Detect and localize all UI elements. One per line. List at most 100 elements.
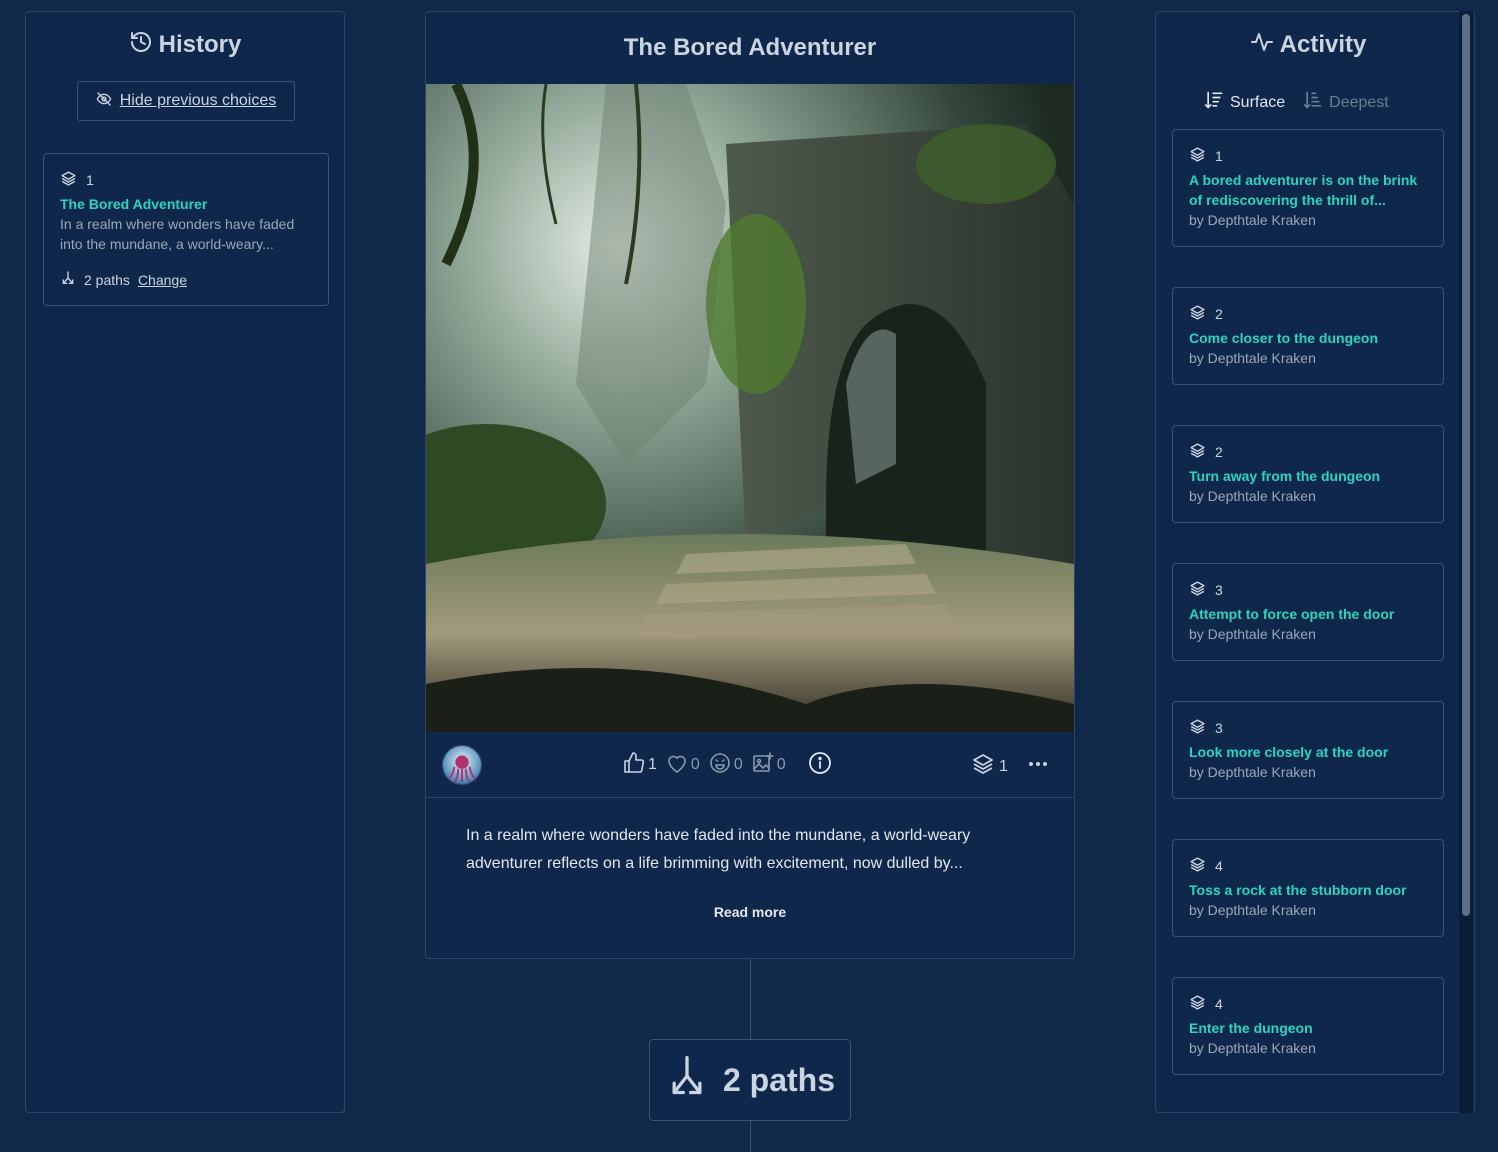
thumbs-up-icon [622, 751, 646, 780]
layers-icon [1189, 146, 1206, 166]
layers-icon [60, 170, 77, 190]
info-icon [808, 751, 832, 780]
activity-card[interactable]: 4 Toss a rock at the stubborn door by De… [1172, 839, 1444, 937]
paths-row: 2 paths Change [60, 270, 312, 289]
author-line: by Depthtale Kraken [1189, 626, 1316, 642]
paths-button[interactable]: 2 paths [649, 1039, 851, 1121]
layer-number: 4 [1215, 858, 1223, 874]
laugh-icon [708, 751, 732, 780]
read-more-button[interactable]: Read more [426, 904, 1074, 920]
story-action-bar: 1 0 0 0 1 [426, 732, 1074, 798]
sort-ascending-icon [1204, 90, 1224, 115]
history-heading: History [26, 30, 344, 60]
sort-surface-label: Surface [1230, 93, 1286, 111]
history-title: History [158, 31, 242, 58]
activity-card[interactable]: 1 A bored adventurer is on the brink of … [1172, 129, 1444, 247]
activity-panel: Activity Surface Deepest 1 A bored adven… [1155, 11, 1475, 1113]
paths-label: 2 paths [722, 1061, 836, 1098]
info-button[interactable] [808, 751, 832, 780]
layers-icon [1189, 718, 1206, 738]
author-line: by Depthtale Kraken [1189, 350, 1316, 366]
layer-number: 3 [1215, 582, 1223, 598]
author-line: by Depthtale Kraken [1189, 764, 1316, 780]
layers-icon [1189, 994, 1206, 1014]
sort-descending-icon [1303, 90, 1323, 115]
layers-number: 1 [999, 757, 1008, 775]
sort-options: Surface Deepest [1204, 90, 1389, 115]
activity-heading: Activity [1156, 30, 1474, 60]
hide-previous-choices-button[interactable]: Hide previous choices [77, 81, 295, 121]
laugh-count: 0 [733, 756, 743, 773]
branch-icon [665, 1054, 709, 1106]
layer-indicator: 2 [1189, 442, 1427, 462]
layer-indicator: 1 [60, 170, 312, 190]
like-button[interactable]: 1 [622, 751, 657, 780]
history-card-title[interactable]: The Bored Adventurer [60, 194, 312, 214]
layers-count[interactable]: 1 [971, 752, 1008, 781]
activity-card-title[interactable]: Enter the dungeon [1189, 1018, 1427, 1038]
layer-indicator: 4 [1189, 994, 1427, 1014]
layer-number: 1 [86, 172, 94, 188]
layer-indicator: 2 [1189, 304, 1427, 324]
heart-count: 0 [690, 756, 700, 773]
layers-icon [971, 752, 995, 781]
image-count: 0 [776, 756, 786, 773]
activity-title: Activity [1279, 31, 1367, 58]
sort-deepest-label: Deepest [1329, 93, 1389, 111]
activity-card-title[interactable]: Attempt to force open the door [1189, 604, 1427, 624]
activity-card-title[interactable]: A bored adventurer is on the brink of re… [1189, 170, 1427, 210]
laugh-button[interactable]: 0 [708, 751, 743, 780]
author-avatar[interactable] [442, 745, 482, 785]
story-panel: The Bored Adventurer 1 0 0 0 1 In a real… [425, 11, 1075, 959]
story-title: The Bored Adventurer [623, 34, 877, 61]
history-card[interactable]: 1 The Bored Adventurer In a realm where … [43, 153, 329, 306]
activity-card-title[interactable]: Come closer to the dungeon [1189, 328, 1427, 348]
change-link[interactable]: Change [138, 272, 187, 288]
author-line: by Depthtale Kraken [1189, 1040, 1316, 1056]
connector-line-top [750, 959, 751, 1039]
author-line: by Depthtale Kraken [1189, 488, 1316, 504]
activity-icon [1250, 30, 1274, 61]
reactions-group: 1 0 0 0 [622, 751, 832, 780]
layer-number: 4 [1215, 996, 1223, 1012]
connector-line-bottom [750, 1121, 751, 1152]
activity-card-title[interactable]: Look more closely at the door [1189, 742, 1427, 762]
branch-icon [60, 270, 76, 289]
like-count: 1 [648, 756, 657, 773]
activity-card[interactable]: 4 Enter the dungeon by Depthtale Kraken [1172, 977, 1444, 1075]
activity-card[interactable]: 2 Come closer to the dungeon by Depthtal… [1172, 287, 1444, 385]
sort-deepest-button[interactable]: Deepest [1303, 90, 1389, 115]
activity-card[interactable]: 3 Look more closely at the door by Depth… [1172, 701, 1444, 799]
layer-number: 2 [1215, 444, 1223, 460]
author-line: by Depthtale Kraken [1189, 212, 1316, 228]
eye-off-icon [96, 91, 112, 112]
hide-previous-choices-label: Hide previous choices [119, 92, 277, 109]
heart-button[interactable]: 0 [665, 751, 700, 780]
layer-indicator: 3 [1189, 580, 1427, 600]
layers-icon [1189, 304, 1206, 324]
layers-icon [1189, 580, 1206, 600]
author-line: by Depthtale Kraken [1189, 902, 1316, 918]
history-panel: History Hide previous choices 1 The Bore… [25, 11, 345, 1113]
story-image [426, 84, 1074, 732]
layer-indicator: 4 [1189, 856, 1427, 876]
layer-number: 3 [1215, 720, 1223, 736]
layer-number: 2 [1215, 306, 1223, 322]
more-options-icon[interactable] [1026, 752, 1050, 776]
layers-icon [1189, 442, 1206, 462]
image-suggest-button[interactable]: 0 [751, 751, 786, 780]
history-card-description: In a realm where wonders have faded into… [60, 216, 295, 252]
activity-card-title[interactable]: Turn away from the dungeon [1189, 466, 1427, 486]
activity-card[interactable]: 2 Turn away from the dungeon by Depthtal… [1172, 425, 1444, 523]
history-icon [129, 30, 153, 61]
activity-scrollbar-thumb[interactable] [1462, 14, 1470, 916]
layers-icon [1189, 856, 1206, 876]
layer-indicator: 1 [1189, 146, 1427, 166]
story-excerpt: In a realm where wonders have faded into… [466, 827, 971, 872]
paths-count: 2 paths [84, 271, 130, 288]
image-plus-icon [751, 751, 775, 780]
activity-card[interactable]: 3 Attempt to force open the door by Dept… [1172, 563, 1444, 661]
heart-icon [665, 751, 689, 780]
activity-card-title[interactable]: Toss a rock at the stubborn door [1189, 880, 1427, 900]
sort-surface-button[interactable]: Surface [1204, 90, 1285, 115]
